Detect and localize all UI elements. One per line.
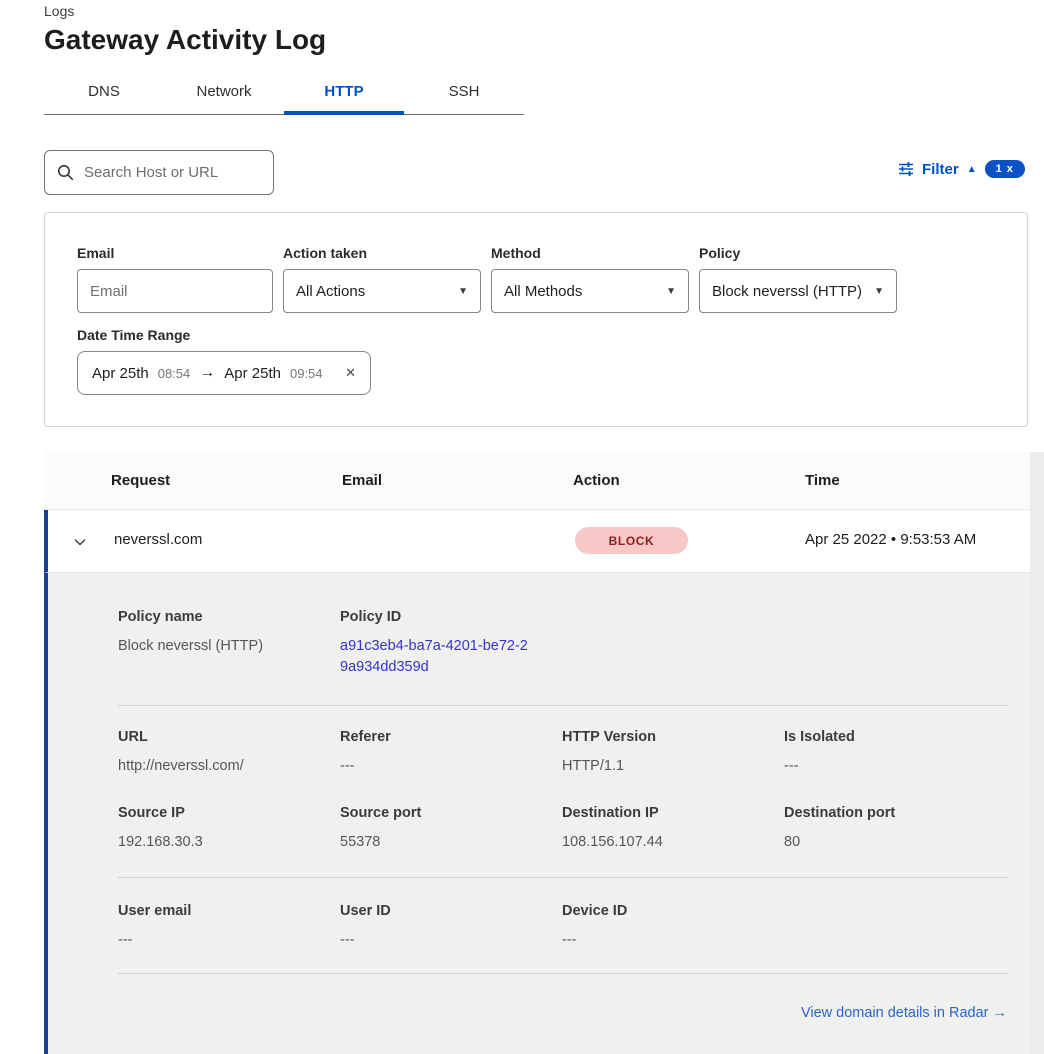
- action-taken-value: All Actions: [296, 283, 365, 300]
- user-id-field: User ID ---: [340, 903, 545, 951]
- action-taken-select[interactable]: All Actions ▼: [283, 269, 481, 313]
- device-id-label: Device ID: [562, 903, 767, 919]
- divider: [118, 973, 1008, 974]
- source-ip-label: Source IP: [118, 805, 323, 821]
- table-row[interactable]: neverssl.com BLOCK Apr 25 2022 • 9:53:53…: [44, 510, 1030, 573]
- device-id-value: ---: [562, 930, 767, 951]
- tab-network[interactable]: Network: [164, 76, 284, 108]
- method-filter-label: Method: [491, 245, 541, 261]
- source-ip-field: Source IP 192.168.30.3: [118, 805, 323, 853]
- tab-http-active-indicator: [284, 111, 404, 115]
- user-id-value: ---: [340, 930, 545, 951]
- start-time: 08:54: [158, 366, 191, 381]
- destination-ip-label: Destination IP: [562, 805, 767, 821]
- destination-port-field: Destination port 80: [784, 805, 989, 853]
- user-id-label: User ID: [340, 903, 545, 919]
- divider: [118, 877, 1008, 878]
- destination-ip-value: 108.156.107.44: [562, 832, 767, 853]
- policy-name-field: Policy name Block neverssl (HTTP): [118, 609, 323, 657]
- user-email-label: User email: [118, 903, 323, 919]
- search-icon: [57, 164, 74, 181]
- gateway-activity-log-page: Logs Gateway Activity Log DNS Network HT…: [0, 0, 1044, 1054]
- tab-dns[interactable]: DNS: [44, 76, 164, 108]
- email-filter-label: Email: [77, 245, 114, 261]
- action-block-badge: BLOCK: [575, 527, 688, 554]
- chevron-down-icon[interactable]: [72, 534, 88, 550]
- source-port-label: Source port: [340, 805, 545, 821]
- column-header-request: Request: [111, 472, 170, 489]
- email-filter-placeholder: Email: [90, 283, 128, 300]
- table-header: Request Email Action Time: [44, 452, 1030, 510]
- policy-select[interactable]: Block neverssl (HTTP) ▼: [699, 269, 897, 313]
- destination-port-value: 80: [784, 832, 989, 853]
- referer-field: Referer ---: [340, 729, 545, 777]
- policy-value: Block neverssl (HTTP): [712, 283, 862, 300]
- destination-port-label: Destination port: [784, 805, 989, 821]
- is-isolated-value: ---: [784, 756, 989, 777]
- scroll-gutter: [1030, 452, 1044, 1054]
- referer-value: ---: [340, 756, 545, 777]
- source-port-value: 55378: [340, 832, 545, 853]
- http-version-label: HTTP Version: [562, 729, 767, 745]
- tab-bar: DNS Network HTTP SSH: [44, 76, 524, 108]
- url-field: URL http://neverssl.com/: [118, 729, 323, 777]
- page-title: Gateway Activity Log: [44, 24, 326, 56]
- filter-label: Filter: [922, 161, 959, 178]
- device-id-field: Device ID ---: [562, 903, 767, 951]
- policy-name-label: Policy name: [118, 609, 323, 625]
- url-value: http://neverssl.com/: [118, 756, 323, 777]
- policy-filter-label: Policy: [699, 245, 740, 261]
- filter-sliders-icon: [898, 161, 914, 177]
- policy-name-value: Block neverssl (HTTP): [118, 636, 323, 657]
- row-request-host: neverssl.com: [114, 531, 202, 548]
- user-email-value: ---: [118, 930, 323, 951]
- column-header-email: Email: [342, 472, 382, 489]
- chevron-down-icon: ▼: [666, 286, 676, 297]
- search-input[interactable]: Search Host or URL: [44, 150, 274, 195]
- destination-ip-field: Destination IP 108.156.107.44: [562, 805, 767, 853]
- action-taken-filter-label: Action taken: [283, 245, 367, 261]
- row-detail-panel: Policy name Block neverssl (HTTP) Policy…: [44, 573, 1030, 1054]
- divider: [118, 705, 1008, 706]
- source-ip-value: 192.168.30.3: [118, 832, 323, 853]
- search-placeholder: Search Host or URL: [84, 164, 218, 181]
- date-range-label: Date Time Range: [77, 327, 190, 343]
- row-timestamp: Apr 25 2022 • 9:53:53 AM: [805, 531, 976, 548]
- chevron-down-icon: ▼: [458, 286, 468, 297]
- user-email-field: User email ---: [118, 903, 323, 951]
- end-date: Apr 25th: [224, 365, 281, 382]
- http-version-value: HTTP/1.1: [562, 756, 767, 777]
- column-header-action: Action: [573, 472, 620, 489]
- method-select[interactable]: All Methods ▼: [491, 269, 689, 313]
- chevron-down-icon: ▼: [874, 286, 884, 297]
- tab-http[interactable]: HTTP: [284, 76, 404, 108]
- clear-date-range-icon[interactable]: ✕: [345, 365, 356, 381]
- url-label: URL: [118, 729, 323, 745]
- arrow-right-icon: →: [199, 364, 215, 382]
- date-range-picker[interactable]: Apr 25th 08:54 → Apr 25th 09:54 ✕: [77, 351, 371, 395]
- end-time: 09:54: [290, 366, 323, 381]
- column-header-time: Time: [805, 472, 840, 489]
- filter-panel: Email Action taken Method Policy Email A…: [44, 212, 1028, 427]
- tab-ssh[interactable]: SSH: [404, 76, 524, 108]
- collapse-arrow-icon[interactable]: ▲: [967, 164, 977, 175]
- policy-id-label: Policy ID: [340, 609, 545, 625]
- is-isolated-field: Is Isolated ---: [784, 729, 989, 777]
- source-port-field: Source port 55378: [340, 805, 545, 853]
- http-version-field: HTTP Version HTTP/1.1: [562, 729, 767, 777]
- start-date: Apr 25th: [92, 365, 149, 382]
- email-filter-input[interactable]: Email: [77, 269, 273, 313]
- policy-id-link[interactable]: a91c3eb4-ba7a-4201-be72-29a934dd359d: [340, 636, 532, 678]
- filter-toggle[interactable]: Filter ▲ 1 x: [898, 160, 1025, 178]
- breadcrumb[interactable]: Logs: [44, 3, 74, 19]
- method-value: All Methods: [504, 283, 582, 300]
- policy-id-field: Policy ID a91c3eb4-ba7a-4201-be72-29a934…: [340, 609, 545, 678]
- filter-count-badge[interactable]: 1 x: [985, 160, 1025, 178]
- is-isolated-label: Is Isolated: [784, 729, 989, 745]
- view-in-radar-link[interactable]: View domain details in Radar →: [801, 1005, 1007, 1021]
- referer-label: Referer: [340, 729, 545, 745]
